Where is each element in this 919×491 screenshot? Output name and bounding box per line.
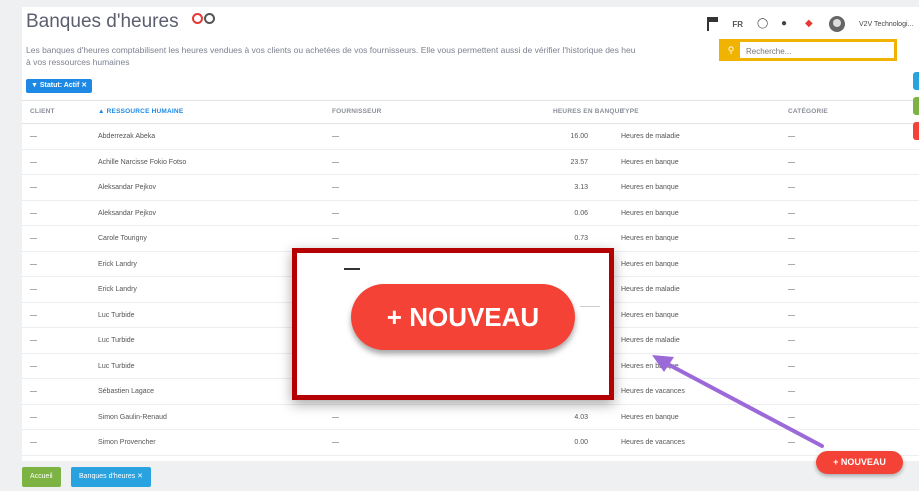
new-button[interactable]: + NOUVEAU <box>816 451 903 474</box>
pointer-arrow <box>652 355 824 448</box>
